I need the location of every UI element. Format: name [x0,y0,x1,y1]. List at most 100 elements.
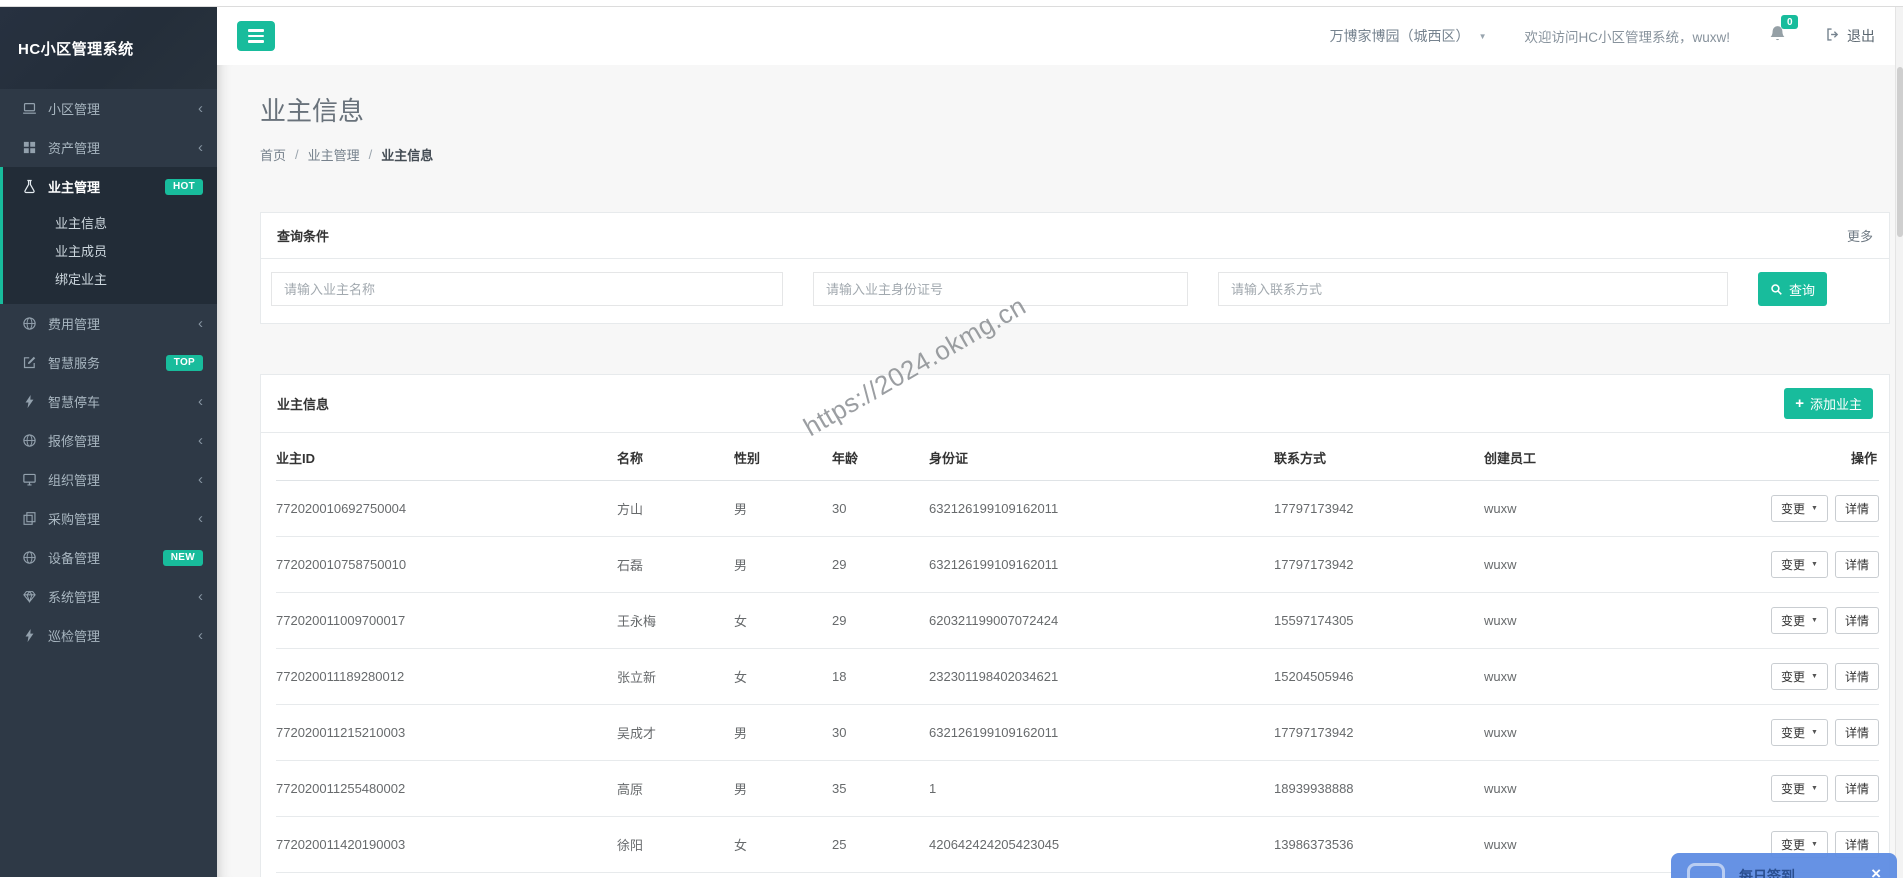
cell-name: 吴成才 [617,704,734,761]
cell-creator: wuxw [1484,536,1734,593]
change-button-label: 变更 [1781,726,1806,740]
change-button-label: 变更 [1781,502,1806,516]
search-icon [1770,283,1783,296]
cell-age: 30 [832,480,929,537]
sidebar-item-label: 业主管理 [48,180,101,195]
change-button[interactable]: 变更 ▼ [1771,607,1828,634]
add-owner-button[interactable]: + 添加业主 [1784,388,1873,419]
sidebar-subitem-owner-bind[interactable]: 绑定业主 [3,264,217,292]
notification-count-badge: 0 [1781,15,1798,29]
cell-age: 30 [832,872,929,877]
laptop-icon [22,101,37,116]
sidebar-item-smart-service[interactable]: 智慧服务 TOP [0,343,217,382]
sidebar-submenu: 业主信息 业主成员 绑定业主 [3,206,217,304]
contact-input[interactable] [1218,272,1728,306]
community-selector[interactable]: 万博家博园（城西区） ▼ [1330,26,1487,46]
sidebar-item-inspection[interactable]: 巡检管理 ‹ [0,616,217,655]
notifications-button[interactable]: 0 [1768,15,1798,48]
scrollbar-thumb[interactable] [1897,67,1903,237]
search-button-label: 查询 [1789,282,1816,298]
cell-gender: 男 [734,480,832,537]
change-button[interactable]: 变更 ▼ [1771,719,1828,746]
table-header-row: 业主ID 名称 性别 年龄 身份证 联系方式 创建员工 操作 [276,433,1879,481]
cell-age: 30 [832,704,929,761]
cell-creator: wuxw [1484,760,1734,817]
cell-idcard: 620321199007072424 [929,592,1274,649]
app-logo: HC小区管理系统 [0,7,217,89]
sidebar-item-parking[interactable]: 智慧停车 ‹ [0,382,217,421]
detail-button[interactable]: 详情 [1834,607,1879,634]
vertical-scrollbar[interactable] [1895,7,1903,878]
owner-table-panel: 业主信息 + 添加业主 业主ID名称性别年龄身份证联系方式创建员工 [260,374,1890,877]
sidebar-item-community[interactable]: 小区管理 ‹ [0,89,217,128]
detail-button[interactable]: 详情 [1834,719,1879,746]
more-link[interactable]: 更多 [1847,226,1873,245]
table-body: 772020010692750004 方山男 30 63212619910916201… [276,480,1879,877]
sidebar-item-label: 巡检管理 [48,629,101,644]
change-button[interactable]: 变更 ▼ [1771,663,1828,690]
sidebar-item-label: 系统管理 [48,590,101,605]
cell-gender: 男 [734,536,832,593]
table-row: 772020011189280012 张立新女 18 2323011984020346… [276,648,1879,705]
cell-name: 胡德 [617,872,734,877]
cell-idcard: 420642424205423045 [929,816,1274,873]
sidebar-item-purchase[interactable]: 采购管理 ‹ [0,499,217,538]
cell-actions: 变更 ▼ 详情 [1734,480,1879,537]
sidebar-toggle-button[interactable] [237,21,275,51]
add-owner-label: 添加业主 [1809,397,1862,412]
owner-idcard-input[interactable] [813,272,1188,306]
search-button[interactable]: 查询 [1758,272,1828,306]
bolt-icon [22,628,37,643]
sidebar-group-owner: 业主管理 HOT 业主信息 业主成员 绑定业主 [0,167,217,304]
caret-down-icon: ▼ [1811,561,1818,568]
breadcrumb-home[interactable]: 首页 [260,145,286,164]
owner-name-input[interactable] [271,272,783,306]
cell-name: 石磊 [617,536,734,593]
sidebar-item-organization[interactable]: 组织管理 ‹ [0,460,217,499]
cell-phone: 13776644873 [1274,872,1484,877]
sidebar-item-owner[interactable]: 业主管理 HOT [3,167,217,206]
cell-gender: 男 [734,760,832,817]
chevron-left-icon: ‹ [198,588,203,605]
change-button[interactable]: 变更 ▼ [1771,495,1828,522]
sidebar-item-repair[interactable]: 报修管理 ‹ [0,421,217,460]
cell-idcard: 632126199109162011 [929,480,1274,537]
chevron-left-icon: ‹ [198,627,203,644]
change-button[interactable]: 变更 ▼ [1771,551,1828,578]
breadcrumb-owner-mgmt[interactable]: 业主管理 [308,145,360,164]
sidebar-subitem-owner-member[interactable]: 业主成员 [3,236,217,264]
cell-name: 王永梅 [617,592,734,649]
checkin-app-icon [1687,863,1725,878]
caret-down-icon: ▼ [1811,841,1818,848]
caret-down-icon: ▼ [1811,785,1818,792]
logout-button[interactable]: 退出 [1825,26,1875,46]
breadcrumb-current: 业主信息 [381,148,434,163]
detail-button[interactable]: 详情 [1834,551,1879,578]
cell-owner-id: 772020010692750004 [276,480,617,537]
sidebar-item-device[interactable]: 设备管理 NEW [0,538,217,577]
grid-icon [22,140,37,155]
cell-owner-id: 772020010758750010 [276,536,617,593]
cell-actions: 变更 ▼ 详情 [1734,760,1879,817]
caret-down-icon: ▼ [1811,673,1818,680]
cell-phone: 17797173942 [1274,536,1484,593]
detail-button[interactable]: 详情 [1834,495,1879,522]
query-panel: 查询条件 更多 查询 [260,212,1890,324]
change-button[interactable]: 变更 ▼ [1771,775,1828,802]
sidebar-subitem-owner-info[interactable]: 业主信息 [3,208,217,236]
close-icon[interactable]: × [1867,863,1885,878]
cell-phone: 17797173942 [1274,480,1484,537]
cell-actions: 变更 ▼ 详情 [1734,592,1879,649]
cell-creator: wuxw [1484,648,1734,705]
breadcrumb: 首页 / 业主管理 / 业主信息 [260,145,1890,164]
sidebar-item-asset[interactable]: 资产管理 ‹ [0,128,217,167]
detail-button[interactable]: 详情 [1834,775,1879,802]
sidebar-item-fee[interactable]: 费用管理 ‹ [0,304,217,343]
page: HC小区管理系统 小区管理 ‹ 资产管理 ‹ 业主管理 HOT 业主信息 业主成员 绑定业主 费用… [0,0,1903,878]
cell-owner-id: 772020011255480002 [276,760,617,817]
cell-phone: 17797173942 [1274,704,1484,761]
logout-icon [1825,27,1840,45]
sidebar-item-system[interactable]: 系统管理 ‹ [0,577,217,616]
cell-idcard: 1 [929,760,1274,817]
detail-button[interactable]: 详情 [1834,663,1879,690]
